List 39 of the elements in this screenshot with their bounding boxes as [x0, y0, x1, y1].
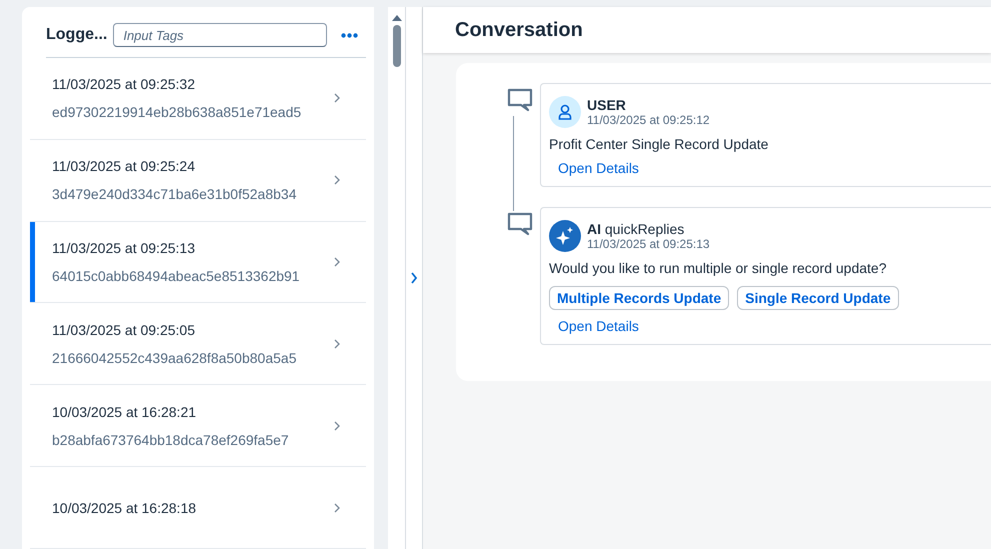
chat-bubble-icon [507, 88, 533, 112]
log-date: 11/03/2025 at 09:25:05 [52, 322, 196, 338]
chevron-right-icon [334, 175, 340, 186]
log-id: 64015c0abb68494abeac5e8513362b91 [52, 268, 301, 284]
tags-input-field[interactable]: Input Tags [113, 23, 327, 47]
log-date: 10/03/2025 at 16:28:21 [52, 404, 198, 420]
message-text: Would you like to run multiple or single record update? [549, 260, 888, 276]
chevron-right-icon [334, 338, 340, 349]
chevron-right-icon [334, 502, 340, 513]
person-icon [558, 104, 572, 120]
log-date: 11/03/2025 at 09:25:24 [52, 158, 196, 174]
more-icon [341, 32, 358, 38]
scrollbar-thumb[interactable] [392, 25, 400, 67]
log-id: 21666042552c439aa628f8a50b80a5a5 [52, 350, 298, 366]
message-time: 11/03/2025 at 09:25:13 [587, 237, 710, 251]
sender-name: AI quickReplies [587, 221, 686, 237]
sender-name: USER [587, 97, 627, 113]
log-id: b28abfa673764bb18dca78ef269fa5e7 [52, 432, 290, 448]
log-id: ed97302219914eb28b638a851e71ead5 [52, 104, 302, 120]
expand-icon[interactable] [410, 272, 418, 284]
sparkle-icon [555, 226, 575, 246]
message-time: 11/03/2025 at 09:25:12 [587, 113, 710, 127]
quick-reply-button[interactable]: Multiple Records Update [549, 286, 730, 310]
chat-bubble-icon [507, 212, 533, 236]
log-date: 11/03/2025 at 09:25:13 [52, 240, 196, 256]
chevron-right-icon [334, 257, 340, 268]
log-date: 11/03/2025 at 09:25:32 [52, 76, 196, 92]
panel-title: Logge... [46, 26, 108, 44]
quick-reply-button[interactable]: Single Record Update [737, 286, 899, 310]
log-list-item[interactable]: 11/03/2025 at 09:25:13 64015c0abb68494abeac5e8513362b91 [30, 222, 366, 304]
open-details-link[interactable]: Open Details [558, 318, 639, 334]
open-details-link[interactable]: Open Details [558, 160, 639, 176]
chevron-right-icon [334, 420, 340, 431]
chevron-right-icon [334, 93, 340, 104]
message-text: Profit Center Single Record Update [549, 136, 770, 152]
scroll-up-icon[interactable] [392, 15, 402, 21]
log-date: 10/03/2025 at 16:28:18 [52, 500, 198, 516]
conversation-title: Conversation [455, 18, 583, 42]
log-id: 3d479e240d334c71ba6e31b0f52a8b34 [52, 186, 298, 202]
